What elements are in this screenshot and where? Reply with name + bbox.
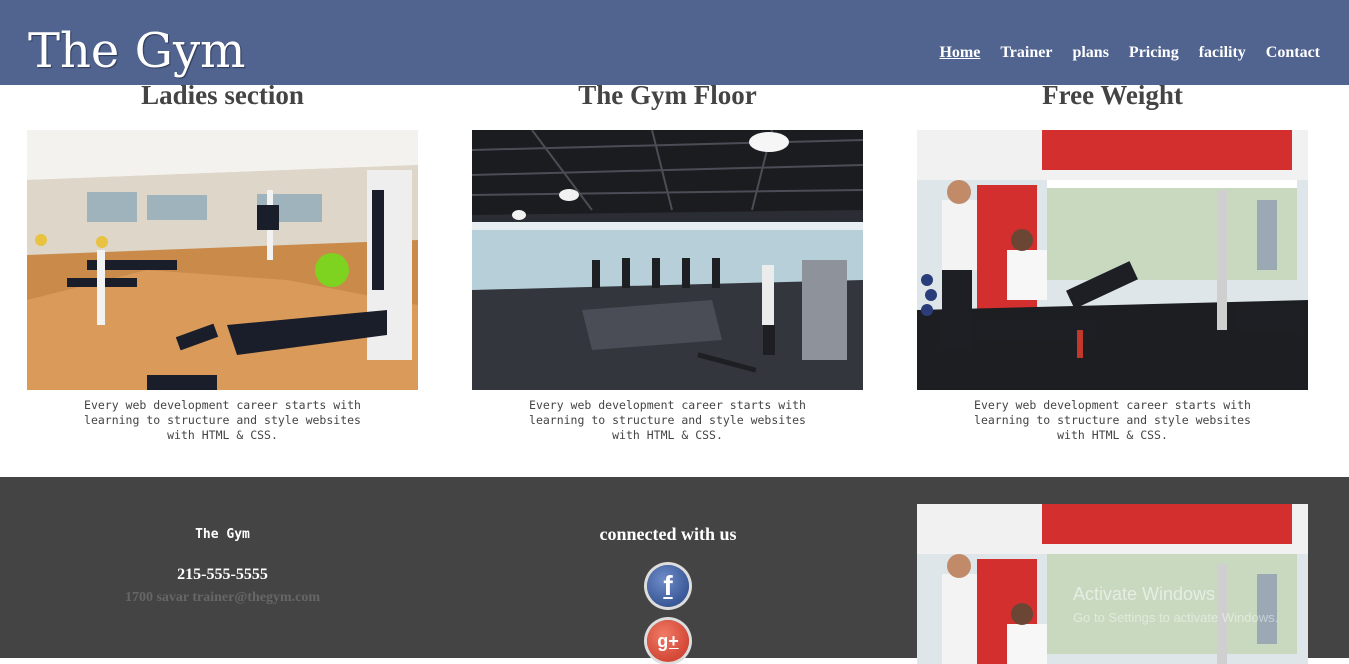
footer-address: 1700 savar trainer@thegym.com (124, 590, 321, 605)
activation-watermark-hint: Go to Settings to activate Windows. (1073, 610, 1279, 625)
nav-trainer[interactable]: Trainer (1000, 43, 1052, 63)
site-logo[interactable]: The Gym (28, 22, 246, 80)
nav-pricing[interactable]: Pricing (1129, 43, 1179, 63)
main-nav: Home Trainer plans Pricing facility Cont… (919, 43, 1320, 63)
footer-brand: The Gym (195, 527, 250, 542)
nav-facility[interactable]: facility (1199, 43, 1246, 63)
ladies-section: Ladies section Every web development car… (27, 80, 418, 442)
activation-watermark: Activate Windows (1073, 584, 1216, 604)
section-title: Free Weight (1042, 80, 1183, 110)
gym-floor-photo (472, 130, 863, 390)
connected-heading: connected with us (599, 524, 737, 544)
free-weight-section: Free Weight Every web development career… (917, 80, 1308, 442)
section-description: Every web development career starts with… (529, 398, 806, 442)
google-plus-icon[interactable]: g+ (647, 620, 689, 662)
ladies-section-photo (27, 130, 418, 390)
nav-home[interactable]: Home (939, 43, 980, 63)
nav-plans[interactable]: plans (1072, 43, 1108, 63)
section-description: Every web development career starts with… (84, 398, 361, 442)
nav-contact[interactable]: Contact (1266, 43, 1320, 63)
site-footer: The Gym 215-555-5555 1700 savar trainer@… (0, 477, 1349, 664)
site-header: The Gym Home Trainer plans Pricing facil… (0, 0, 1349, 85)
free-weight-photo (917, 130, 1308, 390)
footer-phone[interactable]: 215-555-5555 (110, 566, 335, 584)
facebook-icon[interactable]: f (647, 565, 689, 607)
section-title: Ladies section (141, 80, 304, 110)
section-description: Every web development career starts with… (974, 398, 1251, 442)
section-title: The Gym Floor (578, 80, 757, 110)
gym-floor-section: The Gym Floor Every web development care… (472, 80, 863, 442)
